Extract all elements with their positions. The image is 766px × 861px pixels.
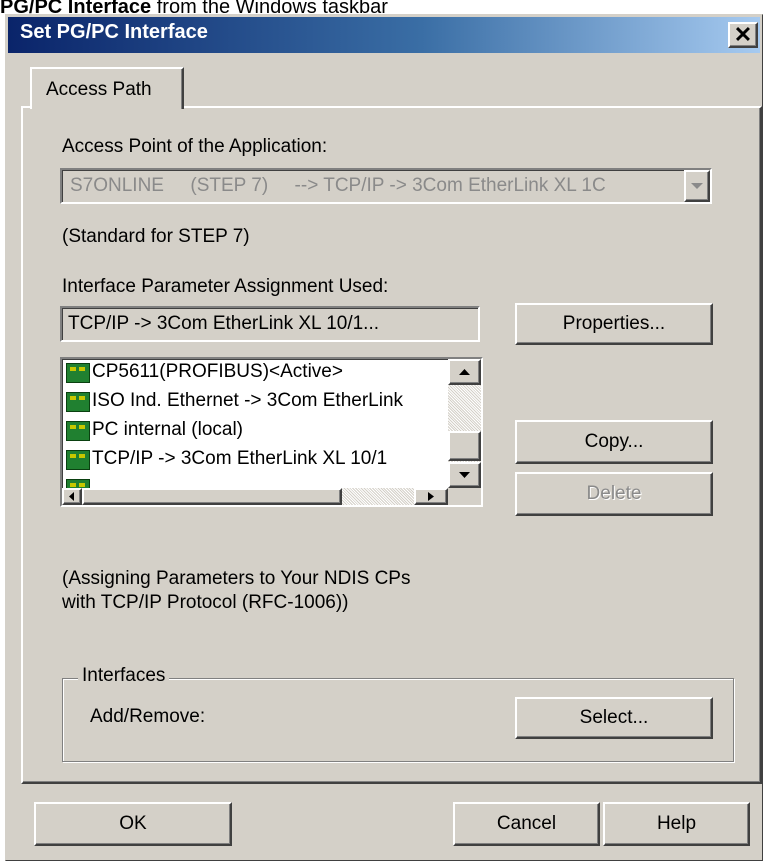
access-point-label: Access Point of the Application: <box>62 136 328 157</box>
title-bar[interactable]: Set PG/PC Interface ✕ <box>8 17 760 53</box>
horizontal-scrollbar[interactable] <box>62 488 448 505</box>
close-button[interactable]: ✕ <box>728 22 758 48</box>
description-line-1: (Assigning Parameters to Your NDIS CPs <box>62 568 411 589</box>
window-title: Set PG/PC Interface <box>20 21 208 43</box>
list-item[interactable]: PC internal (local) <box>62 417 448 446</box>
document-caption: PG/PC Interface from the Windows taskbar <box>0 0 766 14</box>
delete-button[interactable]: Delete <box>515 472 713 516</box>
ok-button[interactable]: OK <box>34 802 232 846</box>
tab-access-path[interactable]: Access Path <box>30 67 184 109</box>
arrow-up-icon <box>459 369 470 375</box>
properties-button[interactable]: Properties... <box>515 303 713 345</box>
network-card-icon <box>66 450 90 470</box>
interfaces-legend: Interfaces <box>78 665 170 687</box>
scroll-thumb[interactable] <box>448 431 481 461</box>
network-card-icon <box>66 363 90 383</box>
list-item[interactable]: CP5611(PROFIBUS)<Active> <box>62 359 448 388</box>
close-icon: ✕ <box>733 22 753 47</box>
copy-button[interactable]: Copy... <box>515 420 713 464</box>
access-point-note: (Standard for STEP 7) <box>62 226 250 247</box>
horizontal-scroll-thumb[interactable] <box>82 488 342 505</box>
cancel-button[interactable]: Cancel <box>453 802 600 846</box>
select-button[interactable]: Select... <box>515 697 713 739</box>
access-point-combobox[interactable]: S7ONLINE (STEP 7) --> TCP/IP -> 3Com Eth… <box>60 168 712 204</box>
description-line-2: with TCP/IP Protocol (RFC-1006)) <box>62 592 349 613</box>
chevron-down-icon <box>691 183 703 189</box>
scroll-up-button[interactable] <box>448 359 481 385</box>
network-card-icon <box>66 392 90 412</box>
add-remove-label: Add/Remove: <box>90 706 206 727</box>
list-item[interactable]: ISO Ind. Ethernet -> 3Com EtherLink <box>62 388 448 417</box>
interface-param-label: Interface Parameter Assignment Used: <box>62 276 389 297</box>
network-card-icon <box>66 479 90 488</box>
list-item-label: TCP/IP -> 3Com EtherLink XL 10/1 <box>92 448 388 469</box>
network-card-icon <box>66 421 90 441</box>
vertical-scrollbar[interactable] <box>448 359 481 488</box>
arrow-left-icon <box>69 492 74 501</box>
arrow-down-icon <box>459 472 470 478</box>
scroll-right-button[interactable] <box>414 488 448 505</box>
caption-text: from the Windows taskbar <box>151 0 388 14</box>
scroll-down-button[interactable] <box>448 462 481 488</box>
caption-bold-text: PG/PC Interface <box>0 0 152 14</box>
help-button[interactable]: Help <box>603 802 750 846</box>
scroll-left-button[interactable] <box>62 488 82 505</box>
listbox-items: CP5611(PROFIBUS)<Active> ISO Ind. Ethern… <box>62 359 448 488</box>
tab-access-path-label: Access Path <box>46 79 152 100</box>
list-item[interactable]: TCP/IP -> 3Com EtherLink XL 10/1 <box>62 446 448 475</box>
interface-param-listbox[interactable]: CP5611(PROFIBUS)<Active> ISO Ind. Ethern… <box>60 357 483 507</box>
access-point-value: S7ONLINE (STEP 7) --> TCP/IP -> 3Com Eth… <box>70 175 606 196</box>
list-item-label: CP5611(PROFIBUS)<Active> <box>92 361 343 382</box>
list-item-partial[interactable] <box>62 475 448 488</box>
list-item-label: PC internal (local) <box>92 419 243 440</box>
list-item-label: ISO Ind. Ethernet -> 3Com EtherLink <box>92 390 404 411</box>
scrollbar-corner <box>448 488 481 505</box>
interface-param-field: TCP/IP -> 3Com EtherLink XL 10/1... <box>60 306 480 342</box>
dropdown-button[interactable] <box>684 170 710 202</box>
arrow-right-icon <box>428 492 434 501</box>
interface-param-value: TCP/IP -> 3Com EtherLink XL 10/1... <box>68 313 380 334</box>
